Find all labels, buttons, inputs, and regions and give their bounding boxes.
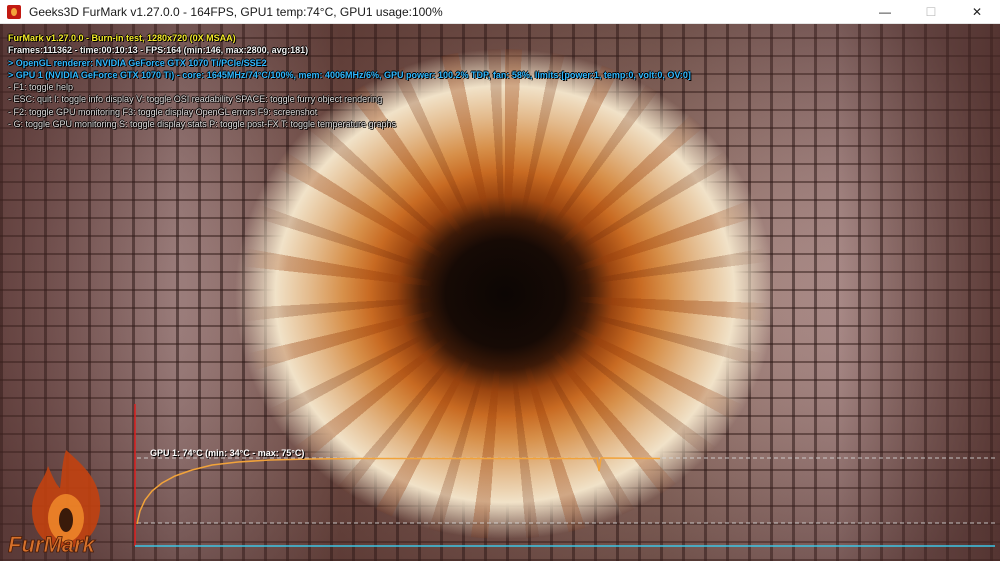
gpu-temperature-label: GPU 1: 74°C (min: 34°C - max: 75°C) bbox=[150, 448, 305, 458]
gpu-temperature-curve bbox=[136, 457, 661, 525]
furmark-logo: FurMark bbox=[8, 450, 101, 557]
logo-flame-hole bbox=[59, 508, 73, 532]
window-controls: — ☐ ✕ bbox=[862, 0, 1000, 23]
furmark-window: Geeks3D FurMark v1.27.0.0 - 164FPS, GPU1… bbox=[0, 0, 1000, 561]
title-bar[interactable]: Geeks3D FurMark v1.27.0.0 - 164FPS, GPU1… bbox=[0, 0, 1000, 24]
temperature-graph bbox=[134, 404, 995, 547]
render-viewport[interactable]: FurMark v1.27.0.0 - Burn-in test, 1280x7… bbox=[0, 24, 1000, 561]
furmark-app-icon[interactable] bbox=[7, 4, 21, 19]
logo-text: FurMark bbox=[8, 532, 97, 557]
minimize-button[interactable]: — bbox=[862, 0, 908, 23]
close-button[interactable]: ✕ bbox=[954, 0, 1000, 23]
window-title: Geeks3D FurMark v1.27.0.0 - 164FPS, GPU1… bbox=[29, 4, 443, 19]
maximize-button[interactable]: ☐ bbox=[908, 0, 954, 23]
